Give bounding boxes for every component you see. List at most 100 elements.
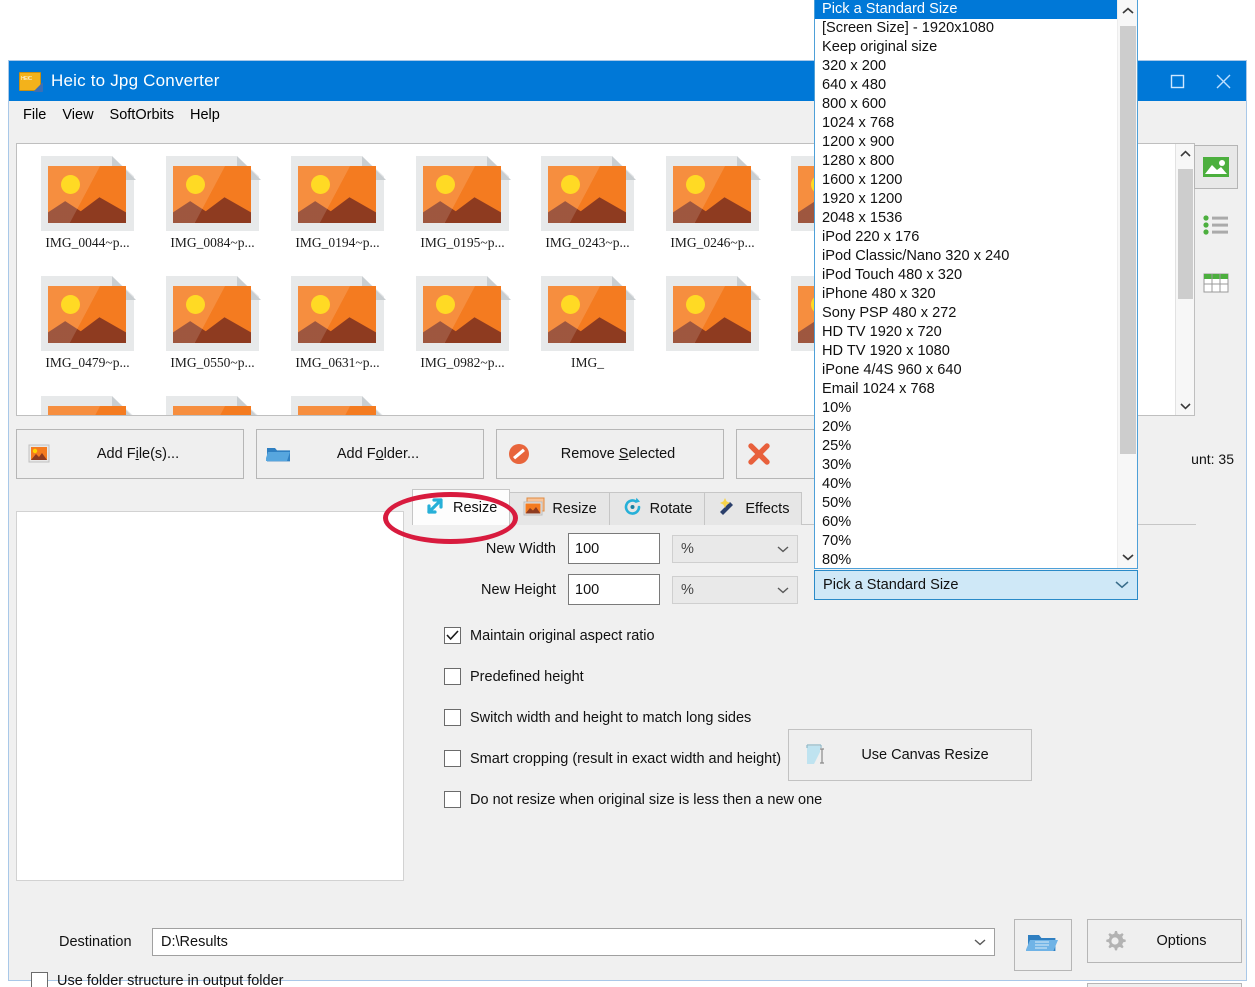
resize-image-icon [522, 497, 546, 521]
checkbox-box[interactable] [444, 709, 461, 726]
add-files-button[interactable]: Add File(s)... [16, 429, 244, 479]
dropdown-option[interactable]: 1024 x 768 [815, 114, 1117, 133]
tab-effects[interactable]: Effects [704, 492, 802, 525]
dropdown-option[interactable]: 320 x 200 [815, 57, 1117, 76]
dropdown-option[interactable]: Sony PSP 480 x 272 [815, 304, 1117, 323]
checkbox-predefined-height[interactable]: Predefined height [444, 668, 1196, 685]
start-button[interactable]: Start [1087, 983, 1242, 987]
new-width-input[interactable]: 100 [568, 533, 660, 564]
scrollbar-thumb[interactable] [1178, 169, 1193, 299]
dropdown-option[interactable]: 10% [815, 399, 1117, 418]
close-button[interactable] [1200, 61, 1246, 101]
thumbnail-item[interactable] [25, 390, 150, 416]
new-height-unit-select[interactable]: % [672, 576, 798, 604]
destination-input[interactable]: D:\Results [152, 928, 995, 956]
menu-item-view[interactable]: View [54, 104, 101, 126]
tab-rotate[interactable]: Rotate [609, 492, 706, 525]
thumbnail-item[interactable]: IMG_0243~p... [525, 150, 650, 270]
scroll-up-arrow-icon[interactable] [1118, 0, 1137, 22]
maximize-button[interactable] [1154, 61, 1200, 101]
dropdown-option[interactable]: HD TV 1920 x 1080 [815, 342, 1117, 361]
menu-item-file[interactable]: File [15, 104, 54, 126]
preview-panel[interactable] [16, 511, 404, 881]
dropdown-option[interactable]: 800 x 600 [815, 95, 1117, 114]
view-mode-thumbnail-button[interactable] [1194, 145, 1238, 189]
checkbox-do-not-resize[interactable]: Do not resize when original size is less… [444, 791, 1196, 808]
checkbox-box[interactable] [444, 627, 461, 644]
checkbox-box[interactable] [31, 972, 48, 987]
thumbnail-item[interactable] [275, 390, 400, 416]
tab-resize-secondary[interactable]: Resize [509, 492, 609, 525]
dropdown-option[interactable]: 50% [815, 494, 1117, 513]
dropdown-option[interactable]: 2048 x 1536 [815, 209, 1117, 228]
dropdown-option[interactable]: 1600 x 1200 [815, 171, 1117, 190]
thumbnail-item[interactable]: IMG_0479~p... [25, 270, 150, 390]
dropdown-option[interactable]: 20% [815, 418, 1117, 437]
dropdown-option[interactable]: HD TV 1920 x 720 [815, 323, 1117, 342]
add-folder-button[interactable]: Add Folder... [256, 429, 484, 479]
thumbnail-item[interactable]: IMG_ [525, 270, 650, 390]
dropdown-option[interactable]: Keep original size [815, 38, 1117, 57]
remove-selected-button[interactable]: Remove Selected [496, 429, 724, 479]
thumbnail-item[interactable]: IMG_0044~p... [25, 150, 150, 270]
dropdown-option[interactable]: 1200 x 900 [815, 133, 1117, 152]
app-icon [19, 71, 41, 91]
thumbnail-item[interactable]: IMG_0194~p... [275, 150, 400, 270]
chevron-down-icon[interactable] [974, 934, 986, 950]
new-height-input[interactable]: 100 [568, 574, 660, 605]
standard-size-combobox[interactable]: Pick a Standard Size [814, 570, 1138, 600]
options-label: Options [1142, 933, 1241, 949]
checkbox-box[interactable] [444, 668, 461, 685]
new-width-unit-select[interactable]: % [672, 535, 798, 563]
thumbnail-item[interactable]: IMG_0982~p... [400, 270, 525, 390]
image-file-icon [539, 154, 636, 233]
use-canvas-resize-button[interactable]: Use Canvas Resize [788, 729, 1032, 781]
view-mode-details-button[interactable] [1194, 261, 1238, 305]
thumbnail-item[interactable]: IMG_0550~p... [150, 270, 275, 390]
dropdown-option[interactable]: 640 x 480 [815, 76, 1117, 95]
dropdown-option[interactable]: iPod 220 x 176 [815, 228, 1117, 247]
dropdown-option[interactable]: 60% [815, 513, 1117, 532]
thumbnail-item[interactable]: IMG_0195~p... [400, 150, 525, 270]
scroll-up-arrow-icon[interactable] [1176, 144, 1195, 163]
dropdown-option[interactable]: [Screen Size] - 1920x1080 [815, 19, 1117, 38]
checkbox-switch-width-height[interactable]: Switch width and height to match long si… [444, 709, 1196, 726]
scroll-down-arrow-icon[interactable] [1118, 546, 1137, 568]
dropdown-option[interactable]: 25% [815, 437, 1117, 456]
thumbnail-item[interactable] [150, 390, 275, 416]
thumbnail-item[interactable] [650, 270, 775, 390]
dropdown-option[interactable]: iPod Classic/Nano 320 x 240 [815, 247, 1117, 266]
browse-destination-button[interactable] [1014, 919, 1072, 971]
view-mode-list-button[interactable] [1194, 203, 1238, 247]
checkbox-maintain-aspect-ratio[interactable]: Maintain original aspect ratio [444, 627, 1196, 644]
dropdown-option[interactable]: Email 1024 x 768 [815, 380, 1117, 399]
dropdown-option[interactable]: iPhone 480 x 320 [815, 285, 1117, 304]
options-button[interactable]: Options [1087, 919, 1242, 963]
checkbox-use-folder-structure[interactable]: Use folder structure in output folder [31, 972, 283, 987]
dropdown-option[interactable]: 80% [815, 551, 1117, 569]
checkbox-box[interactable] [444, 750, 461, 767]
thumbnail-item[interactable]: IMG_0631~p... [275, 270, 400, 390]
dropdown-option[interactable]: 40% [815, 475, 1117, 494]
scroll-down-arrow-icon[interactable] [1176, 396, 1195, 415]
standard-size-option-list[interactable]: Pick a Standard Size [Screen Size] - 192… [814, 0, 1138, 569]
chevron-down-icon[interactable] [1115, 577, 1129, 593]
dropdown-option[interactable]: iPone 4/4S 960 x 640 [815, 361, 1117, 380]
checkbox-box[interactable] [444, 791, 461, 808]
menu-item-softorbits[interactable]: SoftOrbits [102, 104, 182, 126]
scrollbar-thumb[interactable] [1120, 26, 1136, 454]
dropdown-option[interactable]: 1920 x 1200 [815, 190, 1117, 209]
use-canvas-resize-label: Use Canvas Resize [845, 747, 1031, 763]
dropdown-option[interactable]: 30% [815, 456, 1117, 475]
dropdown-option[interactable]: 70% [815, 532, 1117, 551]
dropdown-option[interactable]: iPod Touch 480 x 320 [815, 266, 1117, 285]
thumbnail-label: IMG_0479~p... [45, 355, 129, 371]
thumbnail-scrollbar[interactable] [1175, 144, 1194, 415]
dropdown-option[interactable]: Pick a Standard Size [815, 0, 1117, 19]
menu-item-help[interactable]: Help [182, 104, 228, 126]
thumbnail-item[interactable]: IMG_0246~p... [650, 150, 775, 270]
dropdown-scrollbar[interactable] [1117, 0, 1137, 568]
dropdown-option[interactable]: 1280 x 800 [815, 152, 1117, 171]
thumbnail-item[interactable]: IMG_0084~p... [150, 150, 275, 270]
tab-label: Resize [552, 501, 596, 517]
